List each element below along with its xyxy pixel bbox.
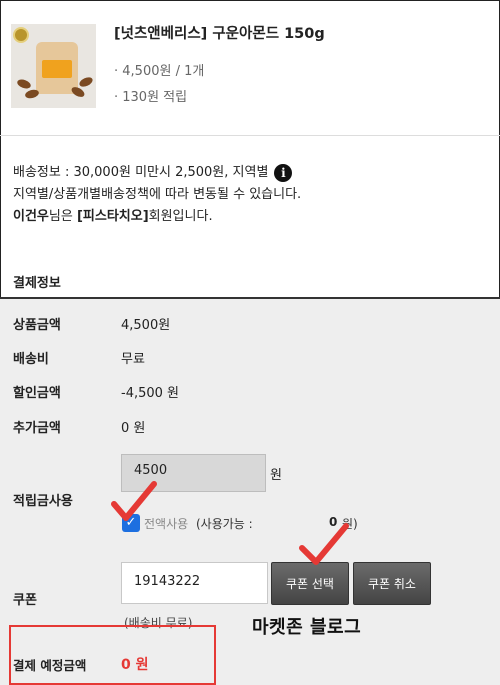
product-points: · 130원 적립 — [114, 90, 188, 105]
divider — [0, 135, 500, 136]
coupon-input[interactable]: 19143222 — [121, 562, 268, 604]
shipping-line-1: 배송정보 : 30,000원 미만시 2,500원, 지역별 — [13, 165, 269, 180]
label-discount: 할인금액 — [13, 386, 61, 401]
payment-panel: 상품금액 4,500원 배송비 무료 할인금액 -4,500 원 추가금액 0 … — [0, 297, 500, 685]
award-badge-icon — [13, 27, 29, 43]
info-icon[interactable]: i — [274, 164, 293, 182]
red-check-annotation-icon — [111, 481, 157, 521]
almond-icon — [24, 88, 40, 100]
coupon-select-button[interactable]: 쿠폰 선택 — [271, 562, 349, 605]
member-tail: 회원입니다. — [148, 209, 213, 224]
member-name: 이건우 — [13, 209, 49, 224]
value-extra-amount: 0 원 — [121, 421, 146, 436]
almond-icon — [16, 77, 32, 91]
member-grade-line: 이건우 님은 [피스타치오] 회원입니다. — [13, 206, 301, 228]
almond-icon — [69, 85, 87, 99]
payment-heading: 결제정보 — [13, 276, 61, 291]
available-label: (사용가능 : — [196, 517, 253, 531]
coupon-cancel-button[interactable]: 쿠폰 취소 — [353, 562, 431, 605]
blog-watermark: 마켓존 블로그 — [252, 617, 362, 638]
value-discount: -4,500 원 — [121, 386, 179, 401]
red-check-annotation-icon — [299, 523, 349, 565]
value-product-amount: 4,500원 — [121, 318, 171, 333]
shipping-info: 배송정보 : 30,000원 미만시 2,500원, 지역별 i 지역별/상품개… — [13, 162, 301, 228]
almond-icon — [77, 75, 95, 89]
points-unit: 원 — [270, 468, 282, 483]
label-product-amount: 상품금액 — [13, 318, 61, 333]
label-shipping-fee: 배송비 — [13, 352, 49, 367]
member-mid: 님은 — [48, 209, 77, 224]
product-title[interactable]: [넛츠앤베리스] 구운아몬드 150g — [114, 22, 325, 43]
value-shipping-fee: 무료 — [121, 352, 145, 367]
value-total: 0 원 — [121, 657, 149, 673]
product-price-qty: · 4,500원 / 1개 — [114, 64, 205, 79]
product-thumbnail[interactable] — [11, 24, 96, 108]
label-coupon: 쿠폰 — [13, 593, 37, 608]
product-summary: [넛츠앤베리스] 구운아몬드 150g · 4,500원 / 1개 · 130원… — [10, 22, 490, 122]
shipping-line-2: 지역별/상품개별배송정책에 따라 변동될 수 있습니다. — [13, 187, 302, 202]
label-total: 결제 예정금액 — [13, 658, 87, 673]
product-bag-label — [42, 60, 72, 78]
label-extra-amount: 추가금액 — [13, 421, 61, 436]
member-grade: [피스타치오] — [76, 209, 149, 224]
label-points-use: 적립금사용 — [13, 494, 73, 509]
